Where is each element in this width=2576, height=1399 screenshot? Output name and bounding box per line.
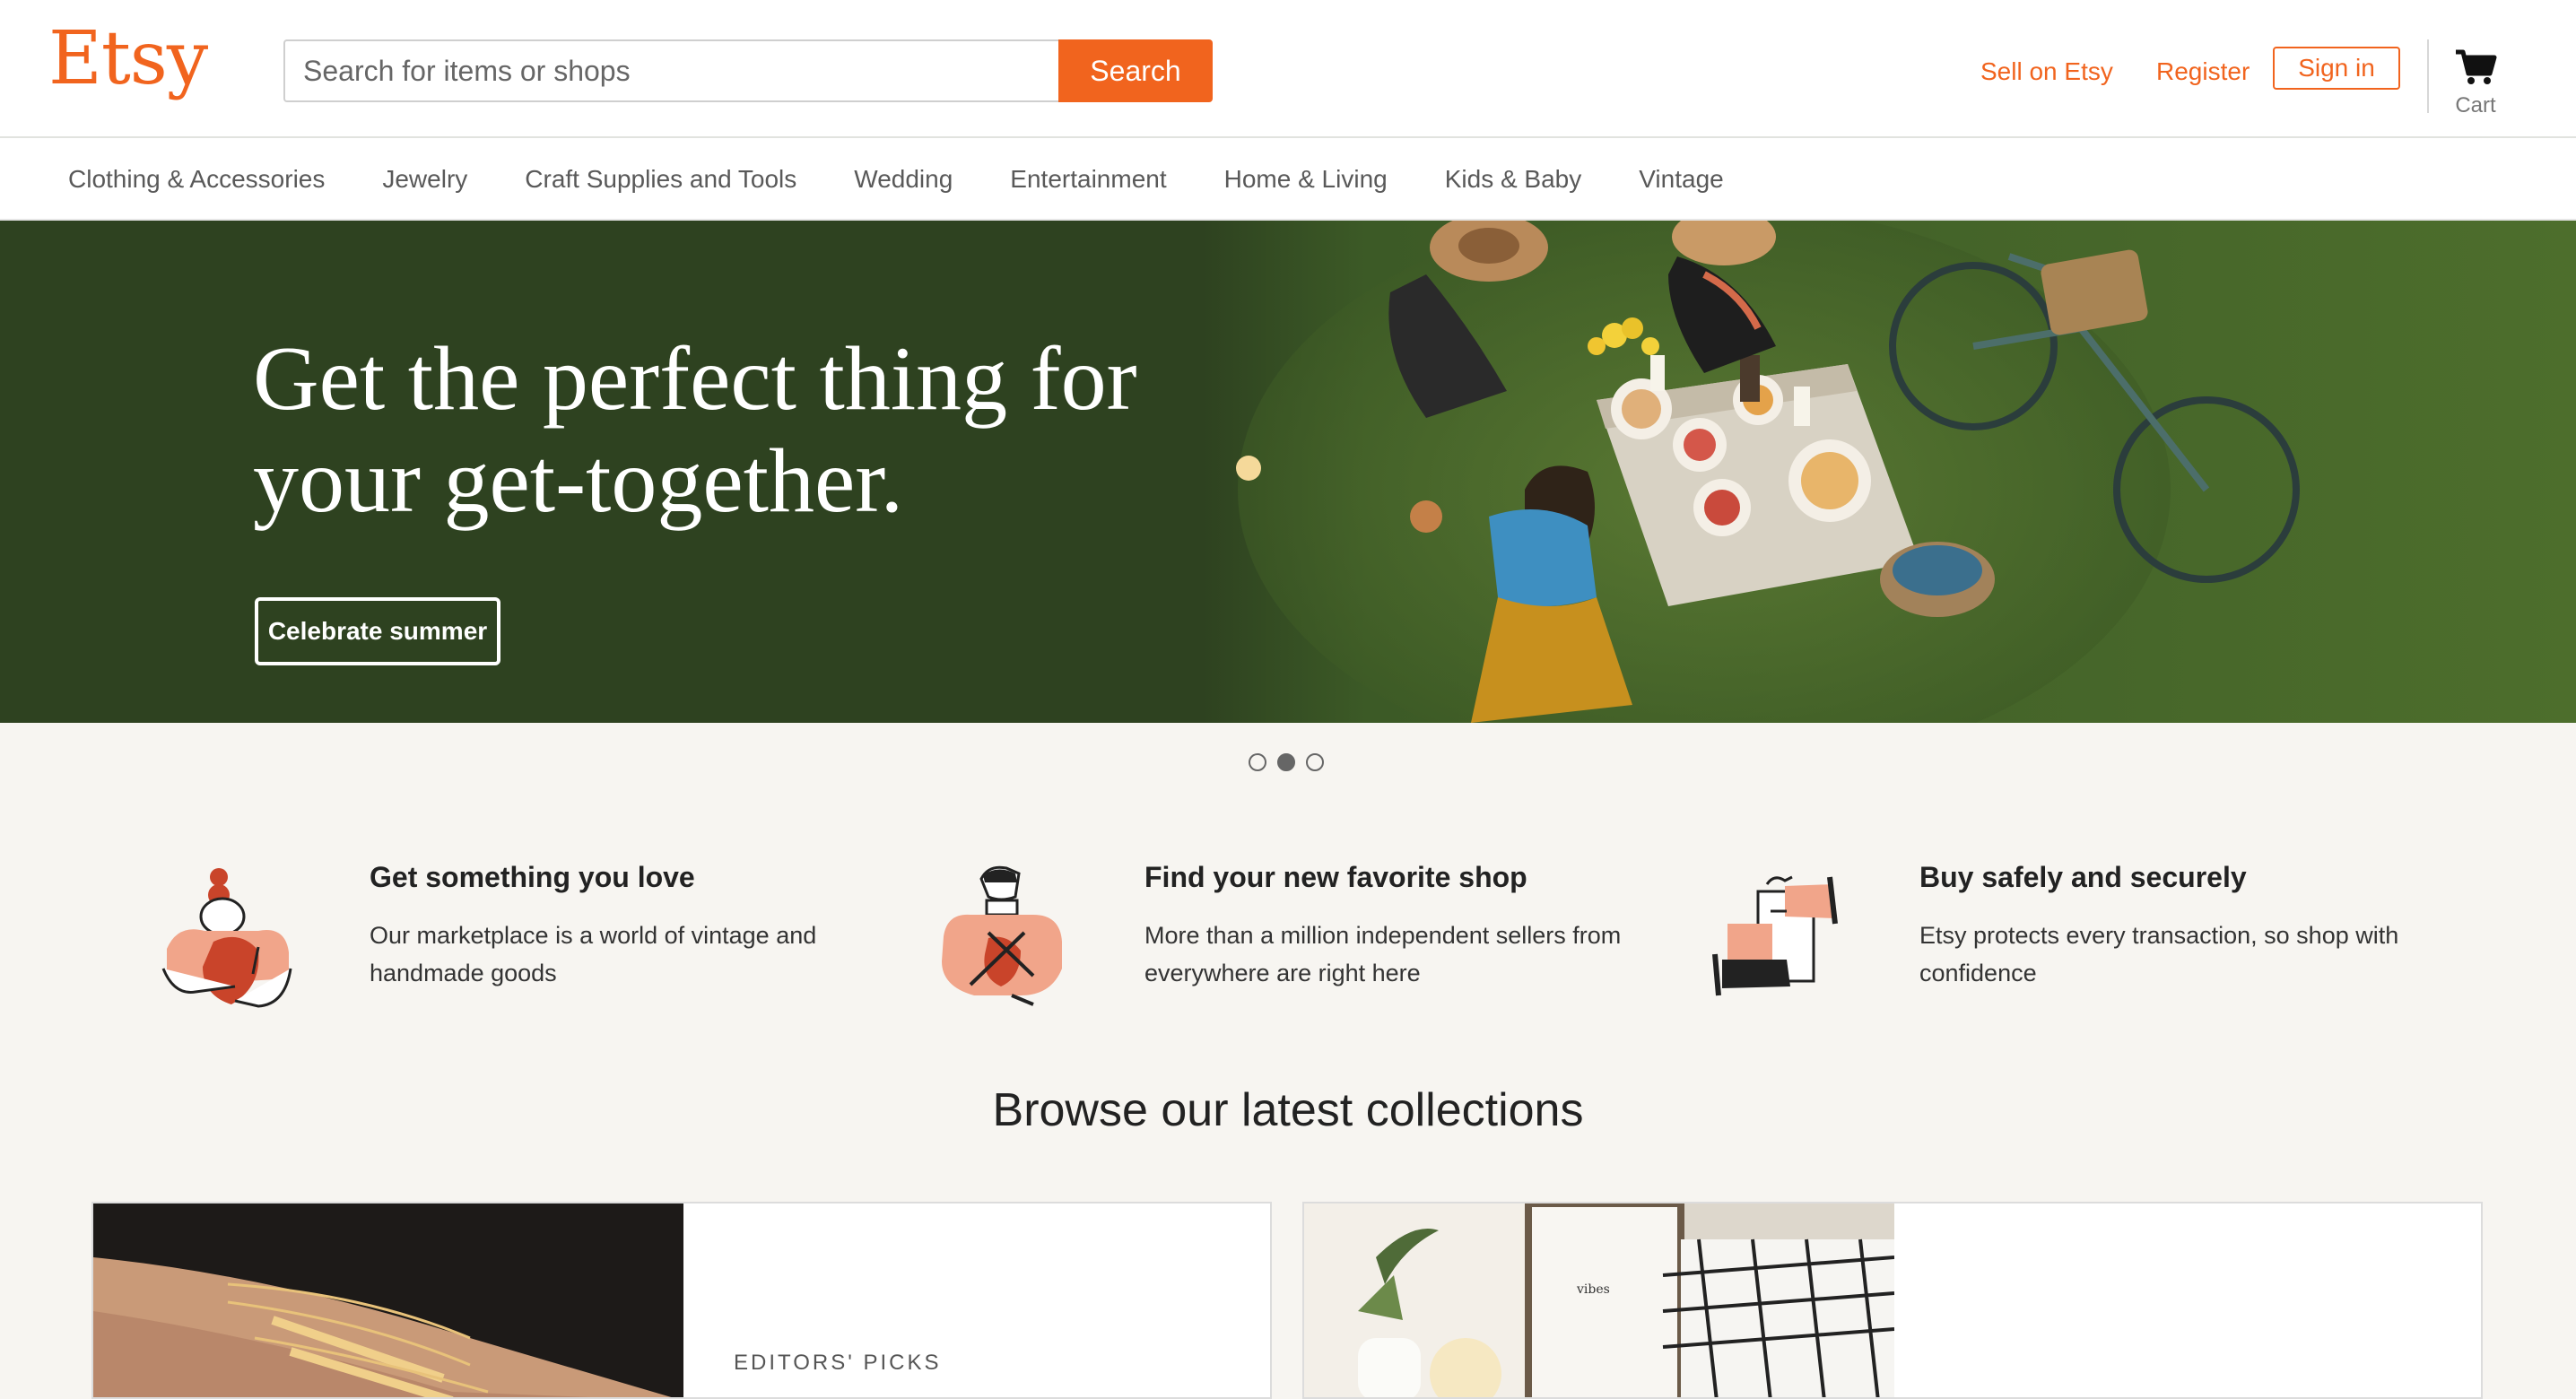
- home-decor-photo: vibes: [1304, 1203, 1894, 1397]
- value-text: More than a million independent sellers …: [1144, 922, 1622, 986]
- value-shop: Find your new favorite shop More than a …: [935, 861, 1652, 1006]
- value-title: Buy safely and securely: [1919, 861, 2247, 893]
- svg-text:vibes: vibes: [1576, 1282, 1610, 1297]
- category-wedding[interactable]: Wedding: [854, 165, 953, 194]
- value-title: Get something you love: [370, 861, 695, 893]
- carousel-dot-3[interactable]: [1306, 753, 1324, 771]
- header-divider: [2427, 39, 2429, 113]
- cart-label: Cart: [2455, 93, 2496, 117]
- cart-button[interactable]: Cart: [2447, 47, 2504, 124]
- heart-hug-icon: [161, 868, 292, 1008]
- collection-card-editors-picks[interactable]: EDITORS' PICKS: [91, 1202, 1272, 1399]
- browse-title: Browse our latest collections: [992, 1084, 1584, 1136]
- search-bar: Search: [283, 39, 1213, 102]
- category-entertainment[interactable]: Entertainment: [1010, 165, 1166, 194]
- shopkeeper-icon: [942, 865, 1062, 1006]
- value-title: Find your new favorite shop: [1144, 861, 1527, 893]
- category-nav: Clothing & Accessories Jewelry Craft Sup…: [0, 138, 2576, 221]
- category-vintage[interactable]: Vintage: [1639, 165, 1723, 194]
- carousel-dot-1[interactable]: [1249, 753, 1266, 771]
- value-text: Our marketplace is a world of vintage an…: [370, 922, 817, 986]
- hero-title: Get the perfect thing for your get-toget…: [253, 328, 1137, 532]
- cart-icon: [2456, 49, 2497, 84]
- category-kids-baby[interactable]: Kids & Baby: [1445, 165, 1582, 194]
- search-input[interactable]: [283, 39, 1060, 102]
- celebrate-summer-button[interactable]: Celebrate summer: [255, 597, 500, 665]
- hero-banner: Get the perfect thing for your get-toget…: [0, 221, 2576, 723]
- card-kicker: EDITORS' PICKS: [734, 1351, 942, 1375]
- category-jewelry[interactable]: Jewelry: [382, 165, 467, 194]
- site-header: Etsy Search Sell on Etsy Register Sign i…: [0, 0, 2576, 138]
- sell-on-etsy-link[interactable]: Sell on Etsy: [1980, 57, 2113, 86]
- carousel-dot-2[interactable]: [1277, 753, 1295, 771]
- value-love: Get something you love Our marketplace i…: [160, 861, 877, 1008]
- value-secure: Buy safely and securely Etsy protects ev…: [1710, 861, 2427, 1004]
- etsy-logo[interactable]: Etsy: [48, 16, 208, 101]
- category-craft-supplies[interactable]: Craft Supplies and Tools: [525, 165, 796, 194]
- search-button[interactable]: Search: [1058, 39, 1213, 102]
- collection-card-home[interactable]: vibes: [1302, 1202, 2483, 1399]
- signin-button[interactable]: Sign in: [2273, 47, 2400, 90]
- category-home-living[interactable]: Home & Living: [1224, 165, 1388, 194]
- carousel-dots: [1249, 753, 1329, 775]
- gold-bracelets-photo: [93, 1203, 683, 1397]
- secure-handoff-icon: [1712, 875, 1838, 996]
- picnic-photo: [1202, 221, 2576, 723]
- value-text: Etsy protects every transaction, so shop…: [1919, 922, 2399, 986]
- category-clothing[interactable]: Clothing & Accessories: [68, 165, 325, 194]
- register-link[interactable]: Register: [2156, 57, 2250, 86]
